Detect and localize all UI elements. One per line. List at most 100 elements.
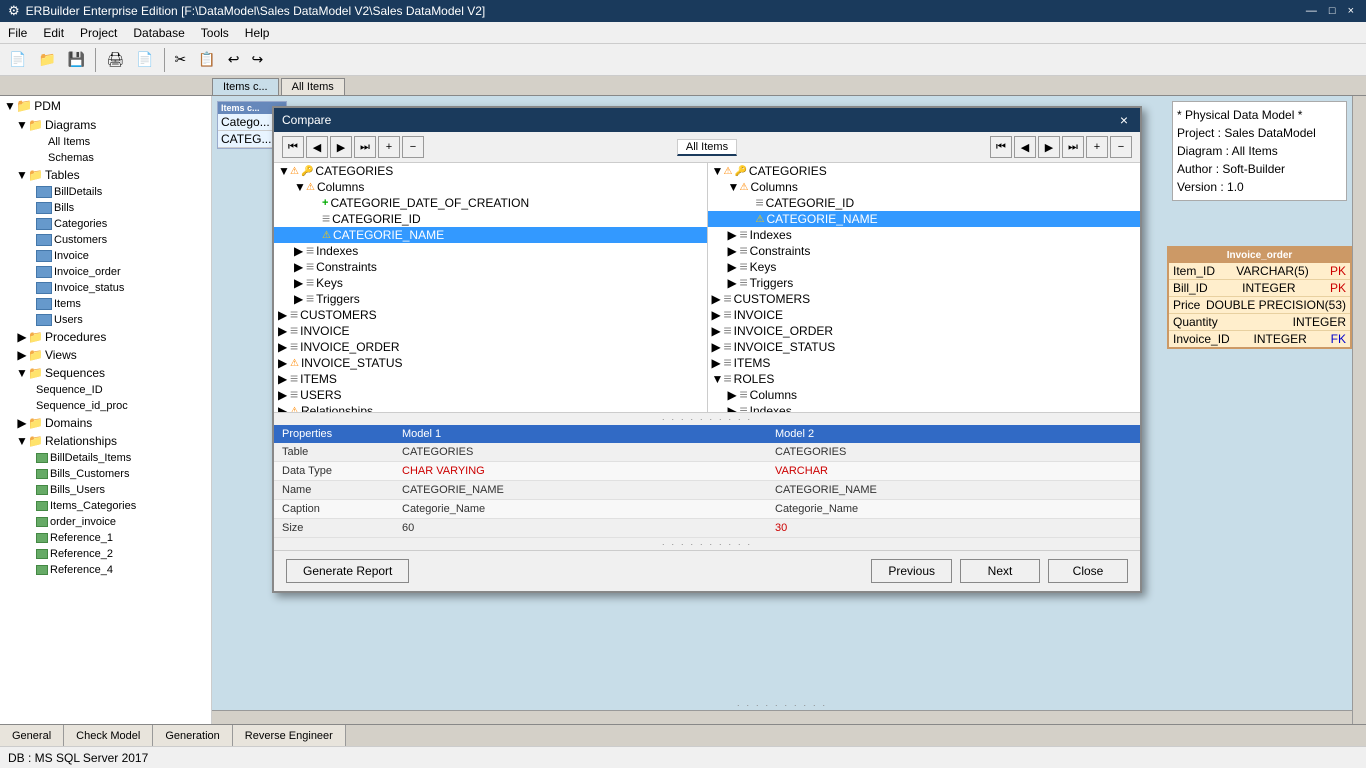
left-categories-row[interactable]: ▼ ⚠ 🔑 CATEGORIES [274,163,707,179]
sidebar-item-reference-1[interactable]: Reference_1 [0,530,211,546]
sidebar-item-reference-4[interactable]: Reference_4 [0,562,211,578]
sidebar-item-bills-users[interactable]: Bills_Users [0,482,211,498]
sidebar-item-billdetails[interactable]: BillDetails [0,184,211,200]
left-minus-button[interactable]: − [402,136,424,158]
expand-views[interactable]: ▶ [16,349,28,361]
sidebar-item-tables[interactable]: ▼ 📁 Tables [0,166,211,184]
menu-database[interactable]: Database [125,24,192,42]
close-button[interactable]: × [1344,5,1358,17]
expand-right-indexes[interactable]: ▶ [728,228,740,242]
right-roles-indexes-row[interactable]: ▶ ≡ Indexes [708,403,1141,412]
expand-right-constraints[interactable]: ▶ [728,244,740,258]
sidebar-item-domains[interactable]: ▶ 📁 Domains [0,414,211,432]
right-minus-button[interactable]: − [1110,136,1132,158]
left-next-button[interactable]: ▶ [330,136,352,158]
right-items-row[interactable]: ▶ ≡ ITEMS [708,355,1141,371]
expand-pdm[interactable]: ▼ [4,100,16,112]
right-categorie-name-row[interactable]: ⚠ CATEGORIE_NAME [708,211,1141,227]
compare-right-pane[interactable]: ▼ ⚠ 🔑 CATEGORIES ▼ ⚠ Columns ≡ [708,163,1141,412]
sidebar-item-diagrams[interactable]: ▼ 📁 Diagrams [0,116,211,134]
left-categorie-id-row[interactable]: ≡ CATEGORIE_ID [274,211,707,227]
generate-report-button[interactable]: Generate Report [286,559,409,583]
sidebar-item-customers[interactable]: Customers [0,232,211,248]
new-button[interactable]: 📄 [4,48,31,71]
left-users-row[interactable]: ▶ ≡ USERS [274,387,707,403]
sidebar-item-schemas[interactable]: Schemas [0,150,211,166]
sidebar-item-sequence-id[interactable]: Sequence_ID [0,382,211,398]
expand-right-invoice[interactable]: ▶ [712,308,724,322]
previous-button[interactable]: Previous [871,559,952,583]
sidebar-item-invoice-order[interactable]: Invoice_order [0,264,211,280]
expand-domains[interactable]: ▶ [16,417,28,429]
tab-reverse-engineer[interactable]: Reverse Engineer [233,725,346,746]
right-first-button[interactable]: ⏮ [990,136,1012,158]
sidebar-item-views[interactable]: ▶ 📁 Views [0,346,211,364]
left-customers-row[interactable]: ▶ ≡ CUSTOMERS [274,307,707,323]
sidebar-item-sequence-id-proc[interactable]: Sequence_id_proc [0,398,211,414]
dialog-close-button[interactable]: × [1116,112,1132,128]
left-invoice-status-row[interactable]: ▶ ⚠ INVOICE_STATUS [274,355,707,371]
expand-left-items[interactable]: ▶ [278,372,290,386]
sidebar-item-sequences[interactable]: ▼ 📁 Sequences [0,364,211,382]
right-customers-row[interactable]: ▶ ≡ CUSTOMERS [708,291,1141,307]
left-keys-row[interactable]: ▶ ≡ Keys [274,275,707,291]
left-constraints-row[interactable]: ▶ ≡ Constraints [274,259,707,275]
expand-right-inv-order[interactable]: ▶ [712,324,724,338]
expand-relationships[interactable]: ▼ [16,435,28,447]
print-preview-button[interactable]: 📄 [131,48,158,71]
expand-left-users[interactable]: ▶ [278,388,290,402]
all-items-tab-label[interactable]: All Items [677,139,737,156]
expand-tables[interactable]: ▼ [16,169,28,181]
expand-left-constraints[interactable]: ▶ [294,260,306,274]
expand-left-inv-status[interactable]: ▶ [278,356,290,370]
left-relationships-row[interactable]: ▶ ⚠ Relationships [274,403,707,412]
left-date-creation-row[interactable]: + CATEGORIE_DATE_OF_CREATION [274,195,707,211]
tab-items-canvas[interactable]: Items c... [212,78,279,95]
expand-right-roles[interactable]: ▼ [712,372,724,386]
right-categories-row[interactable]: ▼ ⚠ 🔑 CATEGORIES [708,163,1141,179]
sidebar-item-invoice[interactable]: Invoice [0,248,211,264]
expand-left-columns[interactable]: ▼ [294,180,306,194]
sidebar-item-items-categories[interactable]: Items_Categories [0,498,211,514]
horizontal-scrollbar[interactable] [212,710,1352,724]
tab-check-model[interactable]: Check Model [64,725,153,746]
right-indexes-row[interactable]: ▶ ≡ Indexes [708,227,1141,243]
sidebar-item-reference-2[interactable]: Reference_2 [0,546,211,562]
sidebar-item-categories[interactable]: Categories [0,216,211,232]
menu-edit[interactable]: Edit [35,24,72,42]
expand-left-rels[interactable]: ▶ [278,404,290,412]
right-keys-row[interactable]: ▶ ≡ Keys [708,259,1141,275]
sidebar-item-items[interactable]: Items [0,296,211,312]
expand-right-triggers[interactable]: ▶ [728,276,740,290]
print-button[interactable]: 🖨 [101,48,129,71]
copy-button[interactable]: 📋 [193,48,220,71]
expand-left-keys[interactable]: ▶ [294,276,306,290]
left-triggers-row[interactable]: ▶ ≡ Triggers [274,291,707,307]
sidebar-root[interactable]: ▼ 📁 PDM [0,96,211,116]
right-invoice-row[interactable]: ▶ ≡ INVOICE [708,307,1141,323]
left-last-button[interactable]: ⏭ [354,136,376,158]
right-triggers-row[interactable]: ▶ ≡ Triggers [708,275,1141,291]
sidebar-item-bills-customers[interactable]: Bills_Customers [0,466,211,482]
open-button[interactable]: 📁 [33,48,60,71]
expand-procedures[interactable]: ▶ [16,331,28,343]
left-columns-row[interactable]: ▼ ⚠ Columns [274,179,707,195]
expand-right-items[interactable]: ▶ [712,356,724,370]
expand-right-keys[interactable]: ▶ [728,260,740,274]
left-items-row[interactable]: ▶ ≡ ITEMS [274,371,707,387]
expand-left-categories[interactable]: ▼ [278,164,290,178]
expand-right-roles-columns[interactable]: ▶ [728,388,740,402]
expand-left-triggers[interactable]: ▶ [294,292,306,306]
right-roles-row[interactable]: ▼ ≡ ROLES [708,371,1141,387]
right-invoice-status-row[interactable]: ▶ ≡ INVOICE_STATUS [708,339,1141,355]
tab-generation[interactable]: Generation [153,725,232,746]
tab-all-items[interactable]: All Items [281,78,345,95]
left-prev-button[interactable]: ◀ [306,136,328,158]
sidebar-item-relationships[interactable]: ▼ 📁 Relationships [0,432,211,450]
sidebar-item-procedures[interactable]: ▶ 📁 Procedures [0,328,211,346]
expand-right-inv-status[interactable]: ▶ [712,340,724,354]
sidebar-item-bills[interactable]: Bills [0,200,211,216]
expand-right-columns[interactable]: ▼ [728,180,740,194]
expand-left-inv-order[interactable]: ▶ [278,340,290,354]
right-prev-button[interactable]: ◀ [1014,136,1036,158]
